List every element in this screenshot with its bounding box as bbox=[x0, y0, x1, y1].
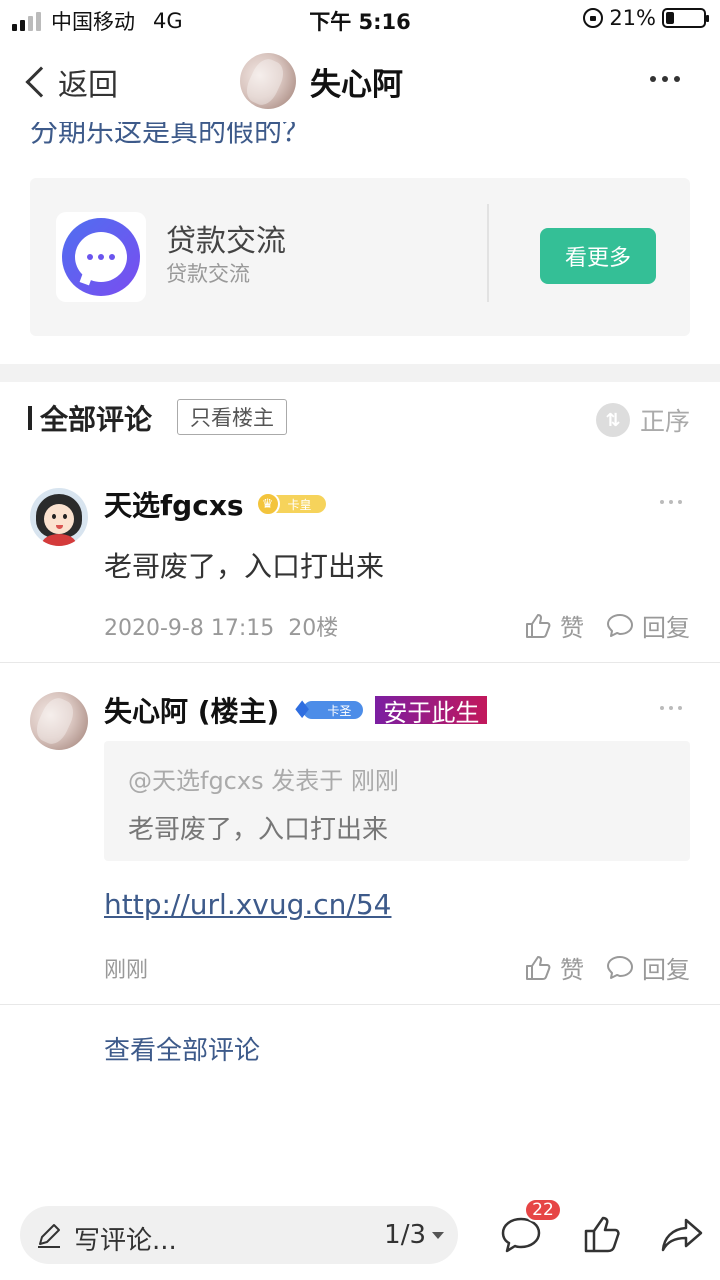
like-label[interactable]: 赞 bbox=[560, 950, 584, 985]
title-tag: 安于此生 bbox=[375, 696, 488, 727]
section-gap bbox=[0, 364, 720, 382]
crown-icon: ♛ bbox=[255, 492, 280, 516]
thumbs-up-icon[interactable] bbox=[524, 954, 552, 982]
divider bbox=[0, 1004, 720, 1005]
reply-icon[interactable] bbox=[606, 955, 634, 981]
comment-actions: 赞 回复 bbox=[524, 608, 690, 643]
caret-down-icon bbox=[432, 1231, 444, 1239]
page-selector[interactable]: 1/3 bbox=[384, 1220, 444, 1250]
group-name: 贷款交流 bbox=[166, 224, 286, 259]
quoted-comment[interactable]: @天选fgcxs 发表于 刚刚 老哥废了，入口打出来 bbox=[104, 741, 690, 861]
share-icon[interactable] bbox=[660, 1216, 704, 1254]
see-more-button[interactable]: 看更多 bbox=[540, 228, 656, 284]
comment-content: 老哥废了，入口打出来 bbox=[104, 550, 385, 583]
bottom-bar: 写评论... 1/3 22 bbox=[0, 1190, 720, 1280]
comment-item: 天选fgcxs 卡皇 ♛ 老哥废了，入口打出来 2020-9-8 17:15 2… bbox=[0, 0, 720, 642]
comment-time: 刚刚 bbox=[104, 958, 149, 983]
chevron-left-icon bbox=[25, 66, 57, 98]
view-all-comments-link[interactable]: 查看全部评论 bbox=[104, 1030, 260, 1067]
more-options-icon[interactable] bbox=[650, 76, 680, 82]
pencil-icon bbox=[38, 1224, 60, 1248]
diamond-icon: ♦ bbox=[291, 696, 313, 724]
write-comment-input[interactable]: 写评论... 1/3 bbox=[20, 1206, 458, 1264]
back-button[interactable]: 返回 bbox=[22, 60, 118, 104]
group-card[interactable]: 贷款交流 贷款交流 看更多 bbox=[30, 178, 690, 336]
sort-label: 正序 bbox=[639, 407, 690, 436]
quote-text: 老哥废了，入口打出来 bbox=[128, 815, 389, 845]
reply-label[interactable]: 回复 bbox=[642, 608, 690, 643]
comment-count-badge: 22 bbox=[524, 1198, 562, 1222]
commenter-avatar[interactable] bbox=[30, 488, 88, 546]
comments-header: 全部评论 只看楼主 ⇅ 正序 bbox=[0, 390, 720, 450]
comment-link[interactable]: http://url.xvug.cn/54 bbox=[104, 888, 391, 921]
write-comment-label: 写评论... bbox=[74, 1226, 177, 1256]
divider bbox=[487, 204, 489, 302]
author-avatar[interactable] bbox=[240, 53, 296, 109]
back-label: 返回 bbox=[58, 68, 118, 103]
comment-actions: 赞 回复 bbox=[524, 950, 690, 985]
thumbs-up-icon[interactable] bbox=[582, 1214, 622, 1254]
level-badge: 卡皇 ♛ bbox=[255, 492, 328, 516]
post-title-clip: 分期乐这是真的假的？ bbox=[30, 122, 690, 148]
like-label[interactable]: 赞 bbox=[560, 608, 584, 643]
sort-button[interactable]: ⇅ 正序 bbox=[595, 402, 690, 438]
comment-time: 2020-9-8 17:15 bbox=[104, 616, 275, 641]
thumbs-up-icon[interactable] bbox=[524, 612, 552, 640]
quote-meta: @天选fgcxs 发表于 刚刚 bbox=[128, 767, 399, 795]
comments-title: 全部评论 bbox=[28, 398, 152, 438]
chat-bubble-icon bbox=[62, 218, 140, 296]
group-logo bbox=[56, 212, 146, 302]
nav-author[interactable]: 失心阿 bbox=[240, 53, 403, 109]
page-indicator-label: 1/3 bbox=[384, 1220, 426, 1250]
comment-author[interactable]: 天选fgcxs bbox=[104, 484, 244, 524]
comment-meta: 2020-9-8 17:15 20楼 bbox=[104, 610, 338, 642]
comment-author-row: 天选fgcxs 卡皇 ♛ bbox=[104, 484, 328, 524]
comment-more-icon[interactable] bbox=[660, 706, 682, 710]
reply-label[interactable]: 回复 bbox=[642, 950, 690, 985]
nav-title: 失心阿 bbox=[310, 66, 403, 103]
comment-floor: 20楼 bbox=[288, 616, 339, 641]
comment-author[interactable]: 失心阿 (楼主) bbox=[104, 690, 279, 730]
divider bbox=[0, 662, 720, 663]
level-badge: 卡圣 ♦ bbox=[291, 698, 365, 722]
op-only-button[interactable]: 只看楼主 bbox=[177, 399, 287, 435]
sort-icon: ⇅ bbox=[595, 403, 630, 437]
comment-more-icon[interactable] bbox=[660, 500, 682, 504]
reply-icon[interactable] bbox=[606, 613, 634, 639]
post-title[interactable]: 分期乐这是真的假的？ bbox=[30, 122, 310, 148]
commenter-avatar[interactable] bbox=[30, 692, 88, 750]
group-subtitle: 贷款交流 bbox=[166, 262, 250, 286]
comment-author-row: 失心阿 (楼主) 卡圣 ♦ 安于此生 bbox=[104, 690, 488, 730]
